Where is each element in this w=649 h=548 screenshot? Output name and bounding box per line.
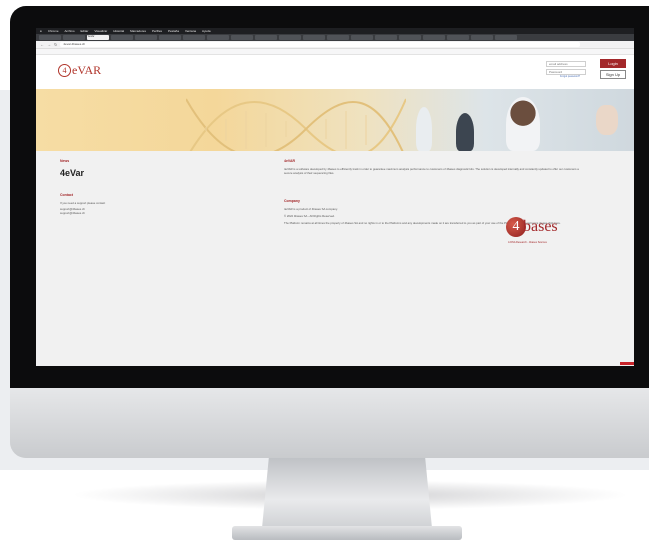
- 4bases-logo-text: bases: [523, 218, 558, 235]
- browser-tab[interactable]: [231, 35, 253, 40]
- monitor-stand-base: [232, 526, 462, 540]
- contact-email-link[interactable]: support@4bases.ch: [60, 211, 210, 216]
- browser-tab[interactable]: [327, 35, 349, 40]
- menu-item[interactable]: Chrome: [48, 29, 59, 33]
- menu-item[interactable]: Ayuda: [202, 29, 210, 33]
- browser-tab[interactable]: [423, 35, 445, 40]
- site-header: 4 eVAR email address Password Forgot pas…: [36, 55, 634, 89]
- logo-text: eVAR: [72, 63, 102, 77]
- menu-item[interactable]: Editar: [81, 29, 89, 33]
- signup-button[interactable]: Sign Up: [600, 70, 626, 79]
- login-button[interactable]: Login: [600, 59, 626, 68]
- monitor-chin: [10, 388, 649, 458]
- browser-tab[interactable]: [63, 35, 85, 40]
- browser-tab[interactable]: [447, 35, 469, 40]
- company-text: 4eVAR is a product of 4bases SA company.: [284, 207, 338, 211]
- forgot-password-link[interactable]: Forgot password?: [560, 75, 580, 78]
- menu-item[interactable]: Historial: [113, 29, 124, 33]
- browser-tab[interactable]: [207, 35, 229, 40]
- contact-column: Contact If you need a support please con…: [60, 193, 210, 215]
- browser-tab[interactable]: [495, 35, 517, 40]
- browser-tab[interactable]: [159, 35, 181, 40]
- news-title: News: [60, 159, 70, 163]
- screen: ● Chrome Archivo Editar Visualizar Histo…: [36, 28, 634, 376]
- reload-icon[interactable]: ↻: [54, 42, 57, 47]
- menu-item[interactable]: Perfiles: [152, 29, 162, 33]
- news-column: News 4eVar: [60, 159, 210, 178]
- monitor-stand: [262, 458, 432, 528]
- lab-hand-image: [596, 105, 618, 135]
- browser-tab[interactable]: [135, 35, 157, 40]
- about-text: 4eVAR is a software developed by 4bases …: [284, 167, 579, 175]
- lab-scientist-image: [506, 97, 540, 151]
- logo-circle-icon: 4: [58, 64, 71, 77]
- lab-scientist-image: [456, 113, 474, 151]
- brand-name: 4eVar: [60, 168, 85, 178]
- forward-icon[interactable]: →: [47, 42, 51, 47]
- back-icon[interactable]: ←: [40, 42, 44, 47]
- browser-tab[interactable]: [111, 35, 133, 40]
- 4evar-logo[interactable]: 4 eVAR: [58, 63, 101, 78]
- browser-tab[interactable]: [279, 35, 301, 40]
- browser-tab[interactable]: [351, 35, 373, 40]
- about-title: 4eVAR: [284, 159, 296, 163]
- menu-item[interactable]: Pestaña: [168, 29, 179, 33]
- login-form: email address Password Forgot password? …: [546, 59, 626, 85]
- browser-tab[interactable]: [303, 35, 325, 40]
- browser-tab[interactable]: [375, 35, 397, 40]
- menu-item[interactable]: Ventana: [185, 29, 196, 33]
- 4bases-tagline: A DNA Research - 4bases Sources: [508, 241, 547, 244]
- url-input[interactable]: 4evar.4bases.ch: [60, 42, 581, 47]
- browser-tab[interactable]: [471, 35, 493, 40]
- 4bases-logo[interactable]: 4 bases: [506, 217, 558, 237]
- lab-scientist-image: [416, 107, 432, 151]
- browser-addressbar: ← → ↻ 4evar.4bases.ch: [36, 41, 634, 49]
- browser-tab[interactable]: [399, 35, 421, 40]
- about-column: 4eVAR 4eVAR is a software developed by 4…: [284, 159, 584, 176]
- browser-tabstrip: 4eVar: [36, 34, 634, 41]
- browser-tab-active[interactable]: 4eVar: [87, 35, 109, 40]
- contact-text: If you need a support please contact: [60, 201, 106, 205]
- browser-tab[interactable]: [39, 35, 61, 40]
- menu-item[interactable]: Archivo: [64, 29, 74, 33]
- dna-helix-graphic: [186, 98, 406, 151]
- company-title: Company: [284, 199, 300, 203]
- browser-tab[interactable]: [255, 35, 277, 40]
- corner-accent: [620, 362, 634, 365]
- menu-item[interactable]: Marcadores: [130, 29, 146, 33]
- hero-banner: [36, 89, 634, 151]
- screen-bottom-black: [36, 366, 634, 376]
- apple-icon[interactable]: ●: [40, 29, 42, 33]
- email-field[interactable]: email address: [546, 61, 586, 67]
- contact-title: Contact: [60, 193, 74, 197]
- menu-item[interactable]: Visualizar: [94, 29, 107, 33]
- footer-content: News 4eVar Contact If you need a support…: [36, 151, 634, 376]
- browser-tab[interactable]: [183, 35, 205, 40]
